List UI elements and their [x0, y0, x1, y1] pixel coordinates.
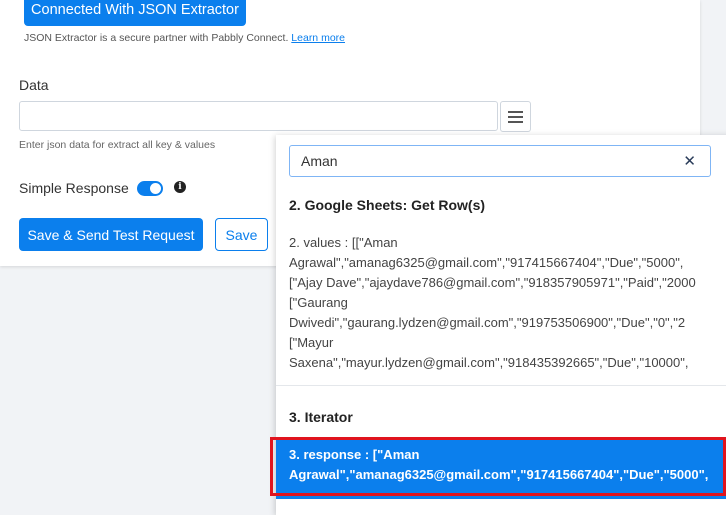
hamburger-icon [508, 110, 523, 113]
divider [276, 385, 726, 386]
save-send-test-request-button[interactable]: Save & Send Test Request [19, 218, 203, 251]
data-hint: Enter json data for extract all key & va… [19, 139, 216, 151]
hamburger-icon-bar [508, 120, 523, 123]
item-line: ["Ajay Dave","ajaydave786@gmail.com","91… [289, 275, 696, 290]
search-value: Aman [301, 153, 338, 169]
field-mapping-menu-button[interactable] [500, 101, 531, 132]
list-item-selected[interactable]: 3. response : ["Aman Agrawal","amanag632… [276, 437, 726, 499]
save-button[interactable]: Save [215, 218, 268, 251]
item-line: Agrawal","amanag6325@gmail.com","9174156… [289, 255, 684, 270]
simple-response-label: Simple Response [19, 180, 129, 196]
item-line: Dwivedi","gaurang.lydzen@gmail.com","919… [289, 315, 686, 330]
data-label: Data [19, 77, 49, 93]
partner-note: JSON Extractor is a secure partner with … [24, 32, 345, 44]
item-line: 2. values : [["Aman [289, 235, 398, 250]
variable-picker-dropdown: Aman ✕ 2. Google Sheets: Get Row(s) 2. v… [276, 135, 726, 515]
partner-text: JSON Extractor is a secure partner with … [24, 32, 289, 44]
item-line: Saxena","mayur.lydzen@gmail.com","918435… [289, 355, 689, 370]
toggle-knob [150, 183, 161, 194]
item-line: 3. response : ["Aman [289, 447, 420, 462]
hamburger-icon-bar [508, 115, 523, 118]
item-line: Agrawal","amanag6325@gmail.com","9174156… [289, 467, 709, 482]
group-title: 3. Iterator [289, 409, 353, 425]
item-line: ["Mayur [289, 335, 334, 350]
close-icon[interactable]: ✕ [683, 154, 696, 169]
item-line: ["Gaurang [289, 295, 348, 310]
simple-response-toggle[interactable] [137, 181, 163, 196]
data-input[interactable] [19, 101, 498, 131]
group-title: 2. Google Sheets: Get Row(s) [289, 197, 486, 213]
info-icon[interactable]: i [174, 181, 186, 193]
variable-search-input[interactable]: Aman ✕ [289, 145, 711, 177]
item-text: 3. response : ["Aman Agrawal","amanag632… [289, 445, 708, 485]
learn-more-link[interactable]: Learn more [291, 32, 345, 44]
connected-json-extractor-button[interactable]: Connected With JSON Extractor [24, 0, 246, 26]
list-item[interactable]: 2. values : [["Aman Agrawal","amanag6325… [289, 233, 696, 373]
